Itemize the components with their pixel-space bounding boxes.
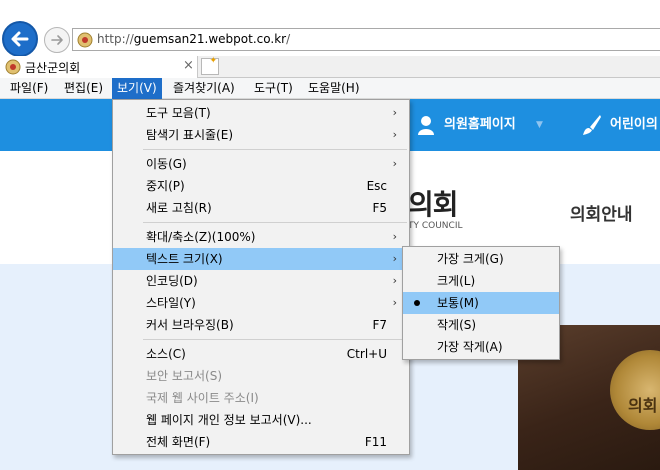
nav-dropdown-icon: ▼ bbox=[536, 120, 543, 130]
view-menu-source[interactable]: 소스(C) Ctrl+U bbox=[113, 343, 409, 365]
address-row: http://guemsan21.webpot.co.kr/ bbox=[0, 0, 660, 57]
menu-item-label: 가장 크게(G) bbox=[437, 252, 504, 266]
view-menu-stop[interactable]: 중지(P) Esc bbox=[113, 175, 409, 197]
nav-council-guide[interactable]: 의회안내 bbox=[570, 200, 633, 225]
menu-item-label: 이동(G) bbox=[146, 157, 187, 171]
menu-file[interactable]: 파일(F) bbox=[5, 78, 53, 99]
menu-item-label: 중지(P) bbox=[146, 179, 185, 193]
tab-title: 금산군의회 bbox=[25, 61, 81, 75]
menu-item-label: 인코딩(D) bbox=[146, 274, 198, 288]
tab-strip: 금산군의회 × ✦ bbox=[0, 56, 660, 78]
menu-item-label: 소스(C) bbox=[146, 347, 186, 361]
submenu-arrow-icon: › bbox=[392, 274, 397, 287]
menu-item-label: 보안 보고서(S) bbox=[146, 369, 222, 383]
tab-close-icon[interactable]: × bbox=[183, 58, 194, 73]
view-menu-go-to[interactable]: 이동(G) › bbox=[113, 153, 409, 175]
back-button[interactable] bbox=[2, 21, 38, 57]
view-menu-caret-browsing[interactable]: 커서 브라우징(B) F7 bbox=[113, 314, 409, 336]
url-host: guemsan21.webpot.co.kr bbox=[133, 32, 287, 46]
menu-bar: 파일(F) 편집(E) 보기(V) 즐겨찾기(A) 도구(T) 도움말(H) bbox=[0, 78, 660, 99]
submenu-arrow-icon: › bbox=[392, 230, 397, 243]
view-menu-zoom[interactable]: 확대/축소(Z)(100%) › bbox=[113, 226, 409, 248]
site-logo-text[interactable]: 의회 bbox=[408, 183, 459, 223]
site-favicon-icon bbox=[5, 59, 21, 75]
menu-favorites[interactable]: 즐겨찾기(A) bbox=[168, 78, 240, 99]
menu-item-label: 스타일(Y) bbox=[146, 296, 196, 310]
menu-item-label: 탐색기 표시줄(E) bbox=[146, 128, 234, 142]
view-menu-text-size[interactable]: 텍스트 크기(X) › bbox=[113, 248, 409, 270]
menu-view[interactable]: 보기(V) bbox=[112, 78, 162, 99]
menu-item-label: 보통(M) bbox=[437, 296, 479, 310]
menu-item-shortcut: Ctrl+U bbox=[346, 347, 387, 361]
menu-item-label: 가장 작게(A) bbox=[437, 340, 503, 354]
site-logo-subtitle: TY COUNCIL bbox=[408, 221, 463, 231]
menu-item-shortcut: F5 bbox=[372, 201, 387, 215]
menu-item-label: 확대/축소(Z)(100%) bbox=[146, 230, 256, 244]
brush-icon bbox=[583, 115, 601, 135]
menu-item-label: 크게(L) bbox=[437, 274, 476, 288]
text-size-larger[interactable]: 크게(L) bbox=[403, 270, 559, 292]
view-menu-intl-address: 국제 웹 사이트 주소(I) bbox=[113, 387, 409, 409]
menu-item-shortcut: F11 bbox=[364, 435, 387, 449]
forward-button[interactable] bbox=[44, 27, 70, 53]
submenu-arrow-icon: › bbox=[392, 296, 397, 309]
view-menu-refresh[interactable]: 새로 고침(R) F5 bbox=[113, 197, 409, 219]
menu-item-shortcut: Esc bbox=[366, 179, 387, 193]
submenu-arrow-icon: › bbox=[392, 157, 397, 170]
new-tab-button[interactable]: ✦ bbox=[201, 56, 219, 75]
menu-item-label: 새로 고침(R) bbox=[146, 201, 212, 215]
submenu-arrow-icon: › bbox=[392, 128, 397, 141]
browser-tab[interactable]: 금산군의회 × bbox=[0, 56, 198, 78]
menu-item-shortcut: F7 bbox=[372, 318, 387, 332]
menu-edit[interactable]: 편집(E) bbox=[59, 78, 108, 99]
back-arrow-icon bbox=[11, 31, 29, 47]
menu-help[interactable]: 도움말(H) bbox=[303, 78, 365, 99]
view-menu-style[interactable]: 스타일(Y) › bbox=[113, 292, 409, 314]
view-menu-explorer-bars[interactable]: 탐색기 표시줄(E) › bbox=[113, 124, 409, 146]
text-size-submenu: 가장 크게(G) 크게(L) 보통(M) 작게(S) 가장 작게(A) bbox=[402, 246, 560, 360]
text-size-smaller[interactable]: 작게(S) bbox=[403, 314, 559, 336]
menu-separator bbox=[143, 149, 407, 150]
text-size-smallest[interactable]: 가장 작게(A) bbox=[403, 336, 559, 358]
menu-item-label: 웹 페이지 개인 정보 보고서(V)... bbox=[146, 413, 312, 427]
menu-item-label: 커서 브라우징(B) bbox=[146, 318, 234, 332]
person-icon bbox=[418, 116, 434, 135]
url-text: http://guemsan21.webpot.co.kr/ bbox=[97, 32, 291, 46]
text-size-largest[interactable]: 가장 크게(G) bbox=[403, 248, 559, 270]
site-favicon-icon bbox=[77, 32, 93, 48]
menu-item-label: 도구 모음(T) bbox=[146, 106, 211, 120]
view-menu-full-screen[interactable]: 전체 화면(F) F11 bbox=[113, 431, 409, 453]
submenu-arrow-icon: › bbox=[392, 252, 397, 265]
view-menu: 도구 모음(T) › 탐색기 표시줄(E) › 이동(G) › 중지(P) Es… bbox=[112, 99, 410, 455]
menu-item-label: 전체 화면(F) bbox=[146, 435, 211, 449]
nav-council-home[interactable]: 의원홈페이지 bbox=[444, 99, 516, 151]
menu-tools[interactable]: 도구(T) bbox=[249, 78, 298, 99]
seal-text: 의회 bbox=[628, 396, 658, 415]
new-tab-icon: ✦ bbox=[209, 56, 217, 66]
menu-item-label: 국제 웹 사이트 주소(I) bbox=[146, 391, 259, 405]
selected-bullet-icon bbox=[414, 300, 420, 306]
menu-item-label: 텍스트 크기(X) bbox=[146, 252, 223, 266]
nav-kids[interactable]: 어린이의 bbox=[610, 99, 658, 151]
view-menu-toolbars[interactable]: 도구 모음(T) › bbox=[113, 102, 409, 124]
menu-separator bbox=[143, 222, 407, 223]
menu-separator bbox=[143, 339, 407, 340]
menu-item-label: 작게(S) bbox=[437, 318, 477, 332]
view-menu-encoding[interactable]: 인코딩(D) › bbox=[113, 270, 409, 292]
view-menu-privacy-report[interactable]: 웹 페이지 개인 정보 보고서(V)... bbox=[113, 409, 409, 431]
view-menu-security-report: 보안 보고서(S) bbox=[113, 365, 409, 387]
text-size-medium[interactable]: 보통(M) bbox=[403, 292, 559, 314]
submenu-arrow-icon: › bbox=[392, 106, 397, 119]
forward-arrow-icon bbox=[51, 35, 63, 45]
address-bar[interactable]: http://guemsan21.webpot.co.kr/ bbox=[72, 28, 660, 51]
